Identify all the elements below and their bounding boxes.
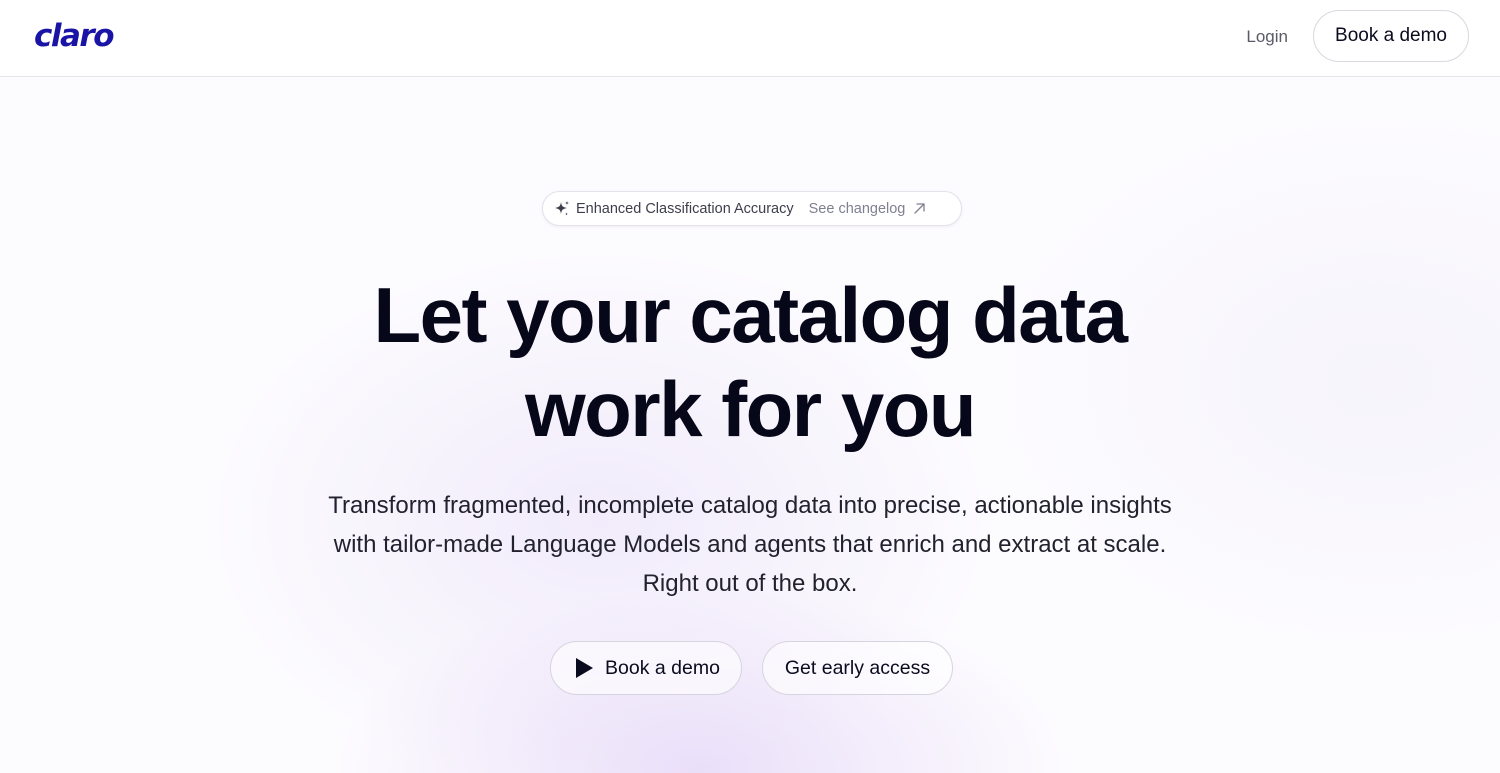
subtext-line-2: with tailor-made Language Models and age… <box>333 531 1167 558</box>
top-navigation: claro Login Book a demo <box>0 0 1500 77</box>
subtext-line-1: Transform fragmented, incomplete catalog… <box>328 492 1172 519</box>
claro-logo[interactable]: claro <box>34 16 115 56</box>
book-demo-label: Book a demo <box>605 656 720 679</box>
early-access-button[interactable]: Get early access <box>762 641 953 695</box>
login-link[interactable]: Login <box>1246 25 1288 49</box>
headline-line-1: Let your catalog data <box>373 271 1129 359</box>
subtext-line-3: Right out of the box. <box>642 570 858 597</box>
book-demo-nav-button[interactable]: Book a demo <box>1313 10 1469 62</box>
announcement-pill[interactable]: Enhanced Classification Accuracy See cha… <box>542 191 962 226</box>
headline-line-2: work for you <box>524 365 977 453</box>
play-icon <box>576 658 594 678</box>
hero-headline: Let your catalog data work for you <box>0 268 1500 456</box>
early-access-label: Get early access <box>784 656 931 679</box>
sparkle-icon <box>553 200 571 218</box>
book-demo-button[interactable]: Book a demo <box>550 641 742 695</box>
changelog-link[interactable]: See changelog <box>809 201 906 217</box>
announcement-title: Enhanced Classification Accuracy <box>576 200 794 217</box>
hero-subtext: Transform fragmented, incomplete catalog… <box>250 486 1250 603</box>
arrow-up-right-icon <box>913 202 926 215</box>
